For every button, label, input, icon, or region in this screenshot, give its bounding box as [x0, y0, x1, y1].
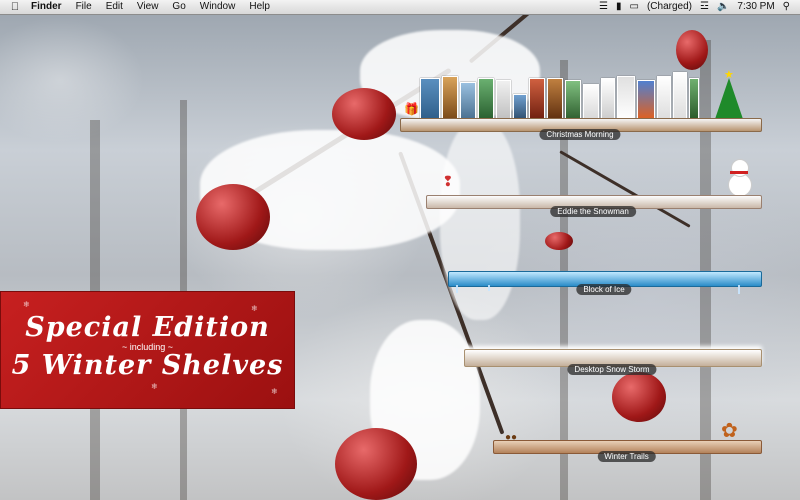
promo-title: Special Edition	[25, 312, 270, 343]
shelves-menu-icon[interactable]: ☰	[599, 0, 608, 14]
shelf-label: Eddie the Snowman	[550, 206, 636, 217]
file-thumbnail[interactable]	[496, 80, 511, 120]
shelf-christmas-morning[interactable]: 🎁 ★ Christmas Morning	[400, 62, 762, 140]
snowflake-icon: ❄	[23, 300, 30, 309]
christmas-tree-icon	[714, 78, 744, 122]
shelf-label: Block of Ice	[576, 284, 632, 295]
shelf-desktop-snow-storm[interactable]: Desktop Snow Storm	[464, 335, 762, 375]
document-icon[interactable]	[601, 78, 615, 120]
shelf-file-items	[420, 72, 699, 120]
shelf-eddie-the-snowman[interactable]: ❢ Eddie the Snowman	[426, 155, 762, 217]
volume-icon[interactable]: 🔈	[717, 0, 729, 14]
menu-help[interactable]: Help	[242, 0, 277, 14]
folder-icon[interactable]: ▮	[616, 0, 622, 14]
icicle	[738, 285, 740, 294]
shelf-label: Desktop Snow Storm	[567, 364, 657, 375]
document-icon[interactable]	[617, 76, 635, 120]
file-thumbnail[interactable]	[442, 76, 458, 120]
berry	[335, 428, 417, 500]
menu-view[interactable]: View	[130, 0, 166, 14]
file-thumbnail[interactable]	[513, 94, 527, 120]
document-icon[interactable]	[657, 76, 671, 120]
menu-app-finder[interactable]: Finder	[24, 0, 69, 14]
shelf-winter-trails[interactable]: ●● ✿ Winter Trails	[493, 420, 762, 462]
berry	[545, 232, 573, 250]
apple-menu-icon[interactable]: 	[6, 1, 24, 13]
shelf-block-of-ice[interactable]: Block of Ice	[448, 255, 762, 295]
berry	[612, 372, 666, 422]
file-thumbnail[interactable]	[547, 78, 563, 120]
candy-cane-icon: ❢	[442, 173, 454, 189]
shelf-label: Winter Trails	[597, 451, 656, 462]
menu-window[interactable]: Window	[193, 0, 243, 14]
snowflake-icon: ❄	[271, 387, 278, 396]
menu-bar:  Finder File Edit View Go Window Help ☰…	[0, 0, 800, 15]
document-icon[interactable]	[673, 72, 687, 120]
document-icon[interactable]	[583, 84, 599, 120]
shelf-label: Christmas Morning	[539, 129, 621, 140]
gift-icon: 🎁	[404, 102, 419, 116]
menu-edit[interactable]: Edit	[99, 0, 130, 14]
snowflake-icon: ❄	[251, 304, 258, 313]
file-thumbnail[interactable]	[478, 78, 494, 120]
promo-tagline: 5 Winter Shelves	[11, 350, 284, 381]
file-thumbnail[interactable]	[637, 80, 655, 120]
snowman-icon	[722, 155, 752, 200]
file-thumbnail[interactable]	[565, 80, 581, 120]
file-thumbnail[interactable]	[689, 78, 699, 120]
star-icon: ★	[724, 69, 734, 81]
battery-icon[interactable]: ▭	[630, 0, 639, 14]
icicle	[456, 285, 458, 293]
menu-go[interactable]: Go	[165, 0, 192, 14]
berry	[332, 88, 396, 140]
special-edition-banner: ❄ ❄ ❄ ❄ Special Edition ~ including ~ 5 …	[0, 291, 295, 409]
snowflake-icon: ❄	[151, 382, 158, 391]
icicle	[488, 285, 490, 291]
file-thumbnail[interactable]	[460, 82, 476, 120]
clock[interactable]: 7:30 PM	[737, 0, 774, 14]
berry	[196, 184, 270, 250]
spotlight-search-icon[interactable]: ⚲	[783, 0, 790, 14]
file-thumbnail[interactable]	[529, 78, 545, 120]
battery-status: (Charged)	[646, 1, 692, 12]
status-area: ☰ ▮ ▭ (Charged) ☲ 🔈 7:30 PM ⚲	[599, 0, 800, 14]
wifi-icon[interactable]: ☲	[700, 0, 709, 14]
file-thumbnail[interactable]	[420, 78, 440, 120]
menu-file[interactable]: File	[69, 0, 99, 14]
